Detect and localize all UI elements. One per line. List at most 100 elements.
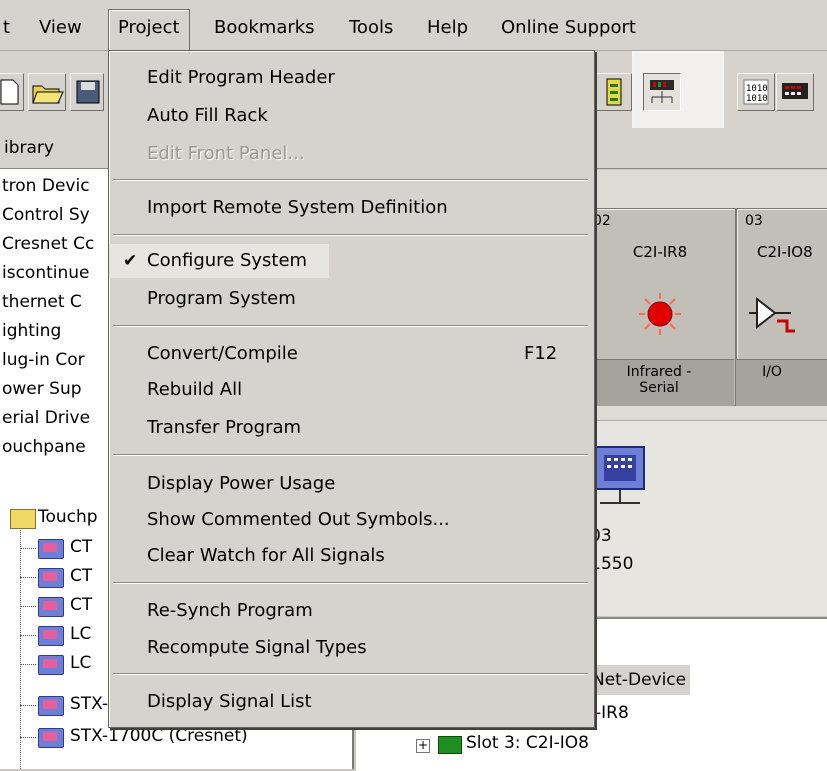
library-item[interactable]: erial Drive [2,404,90,432]
menu-configure-system[interactable]: ✔ Configure System [109,244,329,278]
menu-item-label: Edit Program Header [147,67,335,88]
tree-item[interactable]: I-IR8 [590,699,629,727]
library-child[interactable]: CT [70,562,92,590]
menu-separator [113,673,588,675]
menu-item-label: Configure System [147,250,308,271]
menu-item-label: Edit Front Panel... [147,143,305,164]
card-slot-icon [438,736,462,754]
binary-io-icon: 10101010 [743,79,769,105]
touchpanel-icon [38,539,64,559]
rack-card-io[interactable]: 03 C2I-IO8 I/O [736,208,827,406]
menu-bookmarks[interactable]: Bookmarks [205,10,324,46]
binary-button[interactable]: 1010 1010 [737,73,775,111]
card-slot: 02 [593,213,611,229]
menu-online-support[interactable]: Online Support [492,10,645,46]
open-button[interactable] [28,73,66,111]
menu-item-label: Rebuild All [147,379,243,400]
library-item[interactable]: Cresnet Cc [2,230,94,258]
library-item[interactable]: ighting [2,317,61,345]
menu-convert-compile[interactable]: Convert/Compile F12 [109,337,594,371]
library-child[interactable]: LC [70,649,91,677]
touchpanel-icon [38,568,64,588]
library-item[interactable]: Control Sy [2,201,90,229]
tree-line [20,548,36,549]
save-disk-icon [76,80,100,104]
menu-import-remote-system[interactable]: Import Remote System Definition [109,191,594,225]
menu-separator [113,234,588,236]
menu-resynch-program[interactable]: Re-Synch Program [109,594,594,628]
menu-item-label: Convert/Compile [147,343,298,364]
menu-edit-program-header[interactable]: Edit Program Header [109,61,594,95]
menu-separator [113,582,588,584]
control-system-icon[interactable] [590,443,654,525]
new-button[interactable] [0,73,24,111]
menu-project[interactable]: Project [108,9,190,51]
menu-separator [113,179,588,181]
serial-port-icon [782,83,808,99]
tree-item-selected[interactable]: Net-Device [588,665,691,695]
menu-item-label: Transfer Program [147,417,302,438]
menu-rebuild-all[interactable]: Rebuild All [109,373,594,407]
menu-clear-watch[interactable]: Clear Watch for All Signals [109,539,594,573]
tree-line [20,577,36,578]
menu-auto-fill-rack[interactable]: Auto Fill Rack [109,99,594,133]
io-relay-icon [749,296,795,333]
touchpanel-icon [38,728,64,748]
folder-open-icon [10,509,36,529]
tree-line [20,606,36,607]
configure-system-button[interactable] [643,73,681,111]
project-menu-dropdown: Edit Program Header Auto Fill Rack Edit … [108,50,595,728]
card-model: C2I-IO8 [757,243,813,261]
card-type-line: I/O [762,364,782,380]
touchpanel-icon [38,597,64,617]
touchpanel-icon [38,696,64,716]
touchpanel-icon [38,626,64,646]
menu-view[interactable]: View [30,10,91,46]
serial-button[interactable] [776,73,814,111]
menu-edit-front-panel: Edit Front Panel... [109,137,594,171]
card-type-label: I/O [736,359,827,406]
menu-tools[interactable]: Tools [340,10,402,46]
tree-line [20,664,36,665]
open-folder-icon [32,85,64,104]
menu-item-label: Display Power Usage [147,473,336,494]
module-button[interactable] [594,73,632,111]
menu-edit[interactable]: t [0,10,19,46]
save-button[interactable] [70,73,104,111]
menu-shortcut: F12 [524,343,558,364]
tree-line [20,530,21,769]
menu-display-power-usage[interactable]: Display Power Usage [109,467,594,501]
tree-item[interactable]: Slot 3: C2I-IO8 [466,729,589,757]
menu-bar: t View Project Bookmarks Tools Help Onli… [0,0,827,51]
menu-show-commented-symbols[interactable]: Show Commented Out Symbols... [109,503,594,537]
menu-item-label: Display Signal List [147,691,312,712]
menu-recompute-signal-types[interactable]: Recompute Signal Types [109,631,594,665]
library-item[interactable]: iscontinue [2,259,90,287]
menu-help[interactable]: Help [418,10,477,46]
library-item[interactable]: ower Sup [2,375,82,403]
menu-transfer-program[interactable]: Transfer Program [109,411,594,445]
tree-line [20,635,36,636]
expand-icon[interactable]: + [416,739,430,753]
menu-item-label: Clear Watch for All Signals [147,545,385,566]
menu-display-signal-list[interactable]: Display Signal List [109,685,594,719]
new-document-icon [0,79,19,105]
svg-text:1010: 1010 [746,84,768,94]
menu-program-system[interactable]: Program System [109,282,594,316]
library-child[interactable]: CT [70,591,92,619]
menu-separator [113,454,588,456]
tree-line [20,705,36,706]
menu-item-label: Re-Synch Program [147,600,313,621]
library-item[interactable]: thernet C [2,288,82,316]
tree-line [20,737,36,738]
menu-item-label: Show Commented Out Symbols... [147,509,450,530]
svg-text:1010: 1010 [746,94,768,104]
menu-item-label: Program System [147,288,296,309]
library-item[interactable]: tron Devic [2,172,90,200]
menu-item-label: Import Remote System Definition [147,197,448,218]
library-folder[interactable]: Touchp [38,503,98,531]
library-item[interactable]: lug-in Cor [2,346,85,374]
library-child[interactable]: CT [70,533,92,561]
library-child[interactable]: LC [70,620,91,648]
library-item[interactable]: ouchpane [2,433,86,461]
